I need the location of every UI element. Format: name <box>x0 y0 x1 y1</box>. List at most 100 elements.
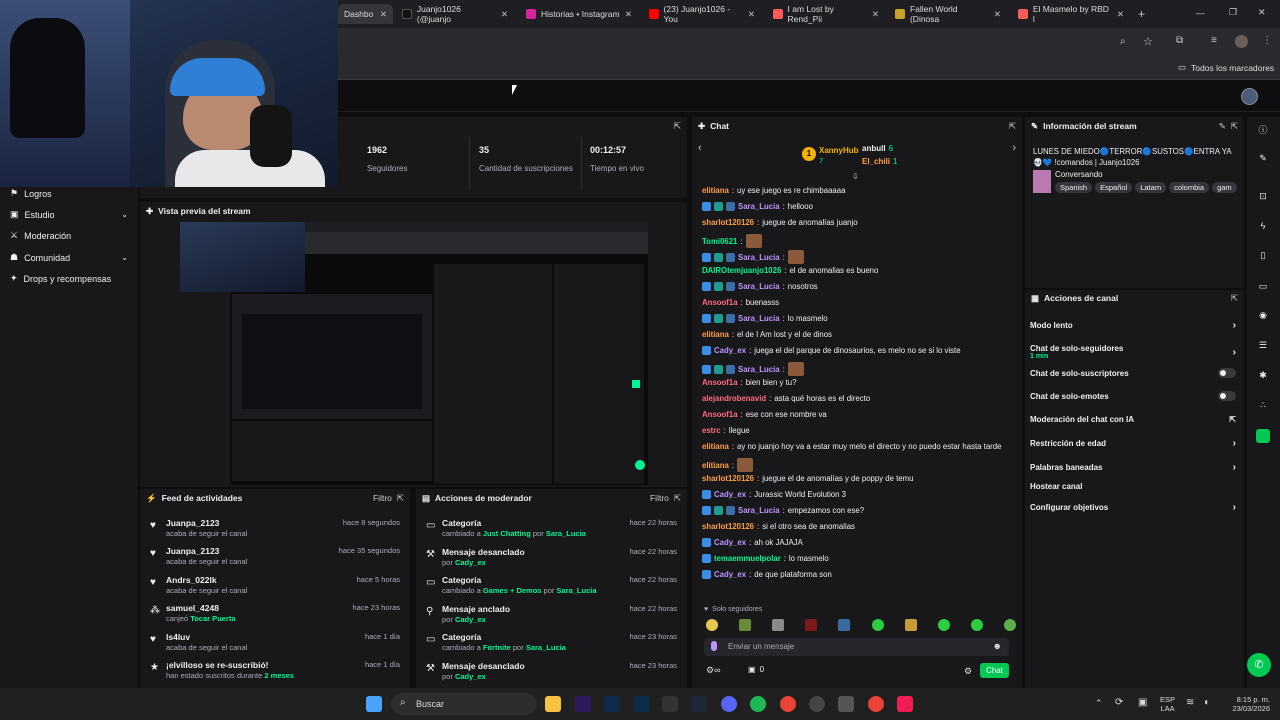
user-badge-icon[interactable] <box>702 554 711 563</box>
close-icon[interactable]: ✕ <box>994 9 1001 20</box>
clock[interactable]: 8:15 p. m. 23/03/2026 <box>1222 695 1270 713</box>
tag[interactable]: Latam <box>1135 182 1167 193</box>
chat-username[interactable]: Tomi0621 <box>702 237 737 246</box>
user-avatar[interactable] <box>1241 88 1258 105</box>
pen-icon[interactable]: ✎ <box>1257 153 1269 165</box>
chat-username[interactable]: Ansoof1a <box>702 378 738 387</box>
channel-action-3[interactable]: Chat de solo-suscriptores <box>1030 368 1236 378</box>
chevron-up-icon[interactable]: ⌃ <box>1095 698 1103 709</box>
pin-icon[interactable]: ⇩ <box>852 172 859 181</box>
channel-action-8[interactable]: Hostear canal <box>1030 482 1236 491</box>
spotify-icon[interactable] <box>750 696 766 712</box>
sidebar-item-moderacion[interactable]: ⚔ Moderación <box>10 230 128 241</box>
chat-username[interactable]: elitiana <box>702 186 729 195</box>
emote-icon[interactable] <box>970 619 983 631</box>
user-badge-icon[interactable] <box>702 538 711 547</box>
chat-username[interactable]: Sara_Lucia <box>738 365 780 374</box>
chat-username[interactable]: Ansoof1a <box>702 298 738 307</box>
mod-action-user[interactable]: Sara_Lucia <box>546 529 586 538</box>
toggle-switch[interactable] <box>1218 391 1236 401</box>
user-badge-icon[interactable] <box>702 282 711 291</box>
photoshop-icon[interactable] <box>604 696 620 712</box>
edit-icon[interactable]: ✎ <box>1219 121 1226 132</box>
top-gifter-name[interactable]: XannyHub <box>819 146 859 155</box>
user-badge-icon[interactable] <box>702 346 711 355</box>
sidebar-item-logros[interactable]: ⚑ Logros <box>10 188 128 199</box>
chrome-icon[interactable] <box>780 696 796 712</box>
close-icon[interactable]: ✕ <box>625 9 632 20</box>
minimize-icon[interactable]: — <box>1196 8 1205 18</box>
all-bookmarks-folder[interactable]: ▭ Todos los marcadores <box>1178 62 1274 73</box>
feed-username[interactable]: Juanpa_2123 <box>166 546 219 556</box>
user-badge-icon[interactable] <box>702 364 711 374</box>
user-badge-icon[interactable] <box>714 252 723 262</box>
tag[interactable]: colombia <box>1169 182 1210 193</box>
category-boxart[interactable] <box>1033 170 1051 193</box>
emote-icon[interactable] <box>937 619 950 631</box>
list-icon[interactable]: ☰ <box>1257 340 1269 352</box>
tiktok-icon[interactable] <box>897 696 913 712</box>
chat-username[interactable]: alejandrobenavid <box>702 394 766 403</box>
chat-username[interactable]: Cady_ex <box>714 538 746 547</box>
tab-youtube[interactable]: (23) Juanjo1026 - You ✕ <box>643 4 761 24</box>
chat-username[interactable]: Cady_ex <box>714 490 746 499</box>
close-icon[interactable]: ✕ <box>872 9 879 20</box>
document-icon[interactable]: ▯ <box>1257 250 1269 262</box>
user-badge-icon[interactable] <box>726 364 735 374</box>
lightning-icon[interactable]: ϟ <box>1257 221 1269 233</box>
channel-action-1[interactable]: Modo lento › <box>1030 320 1236 331</box>
chat-username[interactable]: Sara_Lucia <box>738 282 780 291</box>
obs-icon[interactable] <box>662 696 678 712</box>
popout-icon[interactable]: ⇱ <box>1231 121 1238 132</box>
emote-icon[interactable] <box>772 619 785 631</box>
lightroom-icon[interactable] <box>634 696 650 712</box>
toggle-switch[interactable] <box>1218 368 1236 378</box>
app-icon[interactable] <box>809 696 825 712</box>
user-badge-icon[interactable] <box>714 282 723 291</box>
gifter-2[interactable]: anbull 6 <box>862 144 893 153</box>
steam-icon[interactable] <box>691 696 707 712</box>
new-tab-button[interactable]: + <box>1138 7 1145 21</box>
stream-category[interactable]: Conversando <box>1055 170 1103 179</box>
file-explorer-icon[interactable] <box>545 696 561 712</box>
profile-avatar[interactable] <box>1235 35 1248 48</box>
maximize-icon[interactable]: ❐ <box>1229 7 1237 18</box>
user-badge-icon[interactable] <box>702 252 711 262</box>
channel-points[interactable]: ▣ 0 <box>748 665 764 674</box>
emote-icon[interactable] <box>1003 619 1016 631</box>
channel-action-9[interactable]: Configurar objetivos › <box>1030 502 1236 513</box>
chat-username[interactable]: Cady_ex <box>714 346 746 355</box>
emote-icon[interactable] <box>739 619 752 631</box>
feed-username[interactable]: Juanpa_2123 <box>166 518 219 528</box>
chevron-left-icon[interactable]: ‹ <box>698 142 702 154</box>
chat-input[interactable]: Enviar un mensaje ☻ <box>704 638 1009 656</box>
chat-username[interactable]: DAIROtemjuanjo1026 <box>702 266 781 275</box>
broadcast-icon[interactable]: ◉ <box>1257 310 1269 322</box>
user-badge-icon[interactable] <box>702 314 711 323</box>
user-badge-icon[interactable] <box>702 506 711 515</box>
feed-username[interactable]: Andrs_022lk <box>166 575 217 585</box>
stream-preview-video[interactable] <box>180 222 648 485</box>
chat-username[interactable]: sharlot120126 <box>702 218 754 227</box>
chat-username[interactable]: Sara_Lucia <box>738 506 780 515</box>
wrench-icon[interactable]: ✱ <box>1257 370 1269 382</box>
chat-username[interactable]: estrc <box>702 426 721 435</box>
mod-action-user[interactable]: Cady_ex <box>455 672 486 681</box>
volume-icon[interactable]: ◖ <box>1203 697 1209 708</box>
discord-icon[interactable] <box>721 696 737 712</box>
windows-start-icon[interactable] <box>366 696 382 712</box>
sidebar-item-comunidad[interactable]: ☗ Comunidad ⌄ <box>10 252 128 263</box>
chat-emote[interactable] <box>737 458 754 472</box>
chat-username[interactable]: Sara_Lucia <box>738 202 780 211</box>
close-icon[interactable]: ✕ <box>380 9 387 20</box>
user-badge-icon[interactable] <box>726 506 735 515</box>
tag[interactable]: Español <box>1095 182 1133 193</box>
popout-icon[interactable]: ⇱ <box>1231 293 1238 304</box>
close-icon[interactable]: ✕ <box>748 9 755 20</box>
user-badge-icon[interactable] <box>726 282 735 291</box>
premiere-icon[interactable] <box>575 696 591 712</box>
tab-tiktok[interactable]: Juanjo1026 (@juanjo ✕ <box>396 4 514 24</box>
settings-cog-icon[interactable]: ⚙∞ <box>706 665 720 676</box>
mod-action-user[interactable]: Sara_Lucia <box>556 586 596 595</box>
tab-fallen-world[interactable]: Fallen World (Dinosa ✕ <box>889 4 1007 24</box>
